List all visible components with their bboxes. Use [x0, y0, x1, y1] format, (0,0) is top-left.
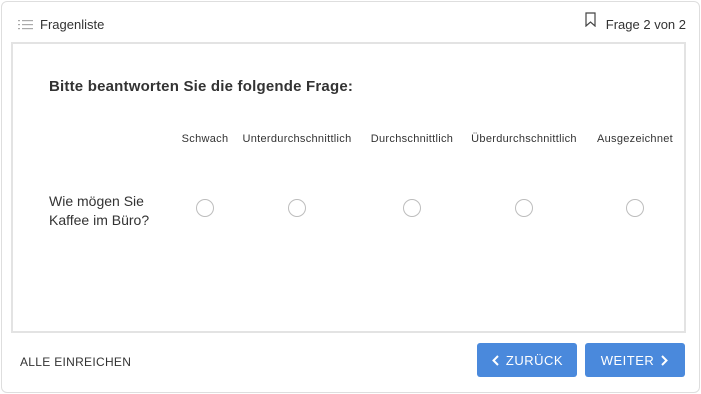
scale-label-unterdurchschnittlich: Unterdurchschnittlich [242, 133, 352, 145]
submit-all-link[interactable]: ALLE EINREICHEN [20, 355, 131, 369]
question-list-label: Fragenliste [40, 17, 105, 32]
radio-unterdurchschnittlich[interactable] [288, 199, 306, 217]
question-title: Bitte beantworten Sie die folgende Frage… [49, 78, 354, 95]
scale-label-durchschnittlich: Durchschnittlich [370, 133, 454, 145]
bookmark-icon[interactable] [585, 12, 596, 27]
question-card: Bitte beantworten Sie die folgende Frage… [11, 42, 686, 333]
next-button-label: WEITER [600, 352, 655, 368]
question-progress: Frage 2 von 2 [585, 12, 686, 32]
next-button[interactable]: WEITER [585, 343, 685, 377]
radio-durchschnittlich[interactable] [403, 199, 421, 217]
scale-label-ausgezeichnet: Ausgezeichnet [596, 133, 674, 145]
radio-ausgezeichnet[interactable] [626, 199, 644, 217]
progress-label: Frage 2 von 2 [605, 17, 686, 32]
radio-schwach[interactable] [196, 199, 214, 217]
radio-ueberdurchschnittlich[interactable] [515, 199, 533, 217]
chevron-right-icon [661, 354, 669, 366]
chevron-left-icon [491, 354, 499, 366]
question-row-label: Wie mögen Sie Kaffee im Büro? [49, 193, 150, 228]
top-bar: Fragenliste Frage 2 von 2 [2, 2, 699, 42]
scale-label-ueberdurchschnittlich: Überdurchschnittlich [471, 133, 577, 145]
scale-label-schwach: Schwach [181, 133, 229, 145]
question-list-link[interactable]: Fragenliste [18, 17, 104, 32]
list-icon [18, 19, 33, 29]
back-button-label: ZURÜCK [505, 352, 564, 368]
back-button[interactable]: ZURÜCK [477, 343, 577, 377]
